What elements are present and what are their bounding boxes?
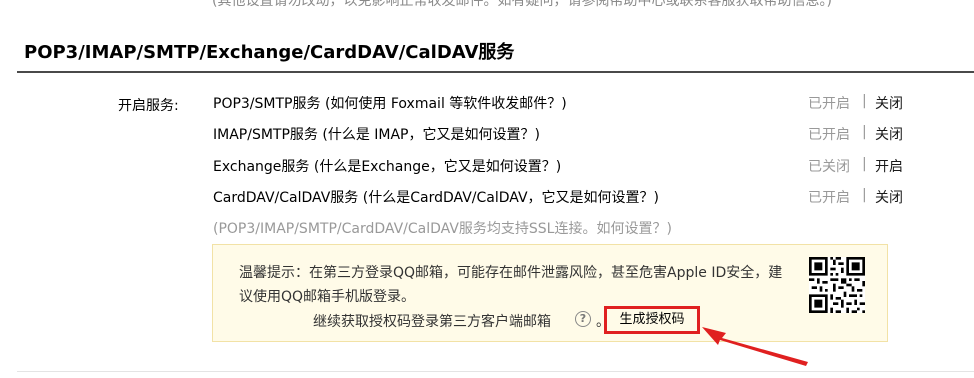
section-title: POP3/IMAP/SMTP/Exchange/CardDAV/CalDAV服务 xyxy=(24,42,515,63)
help-link-exchange[interactable]: (什么是Exchange，它又是如何设置？) xyxy=(314,159,561,175)
generate-auth-code-button[interactable]: 生成授权码 xyxy=(604,306,700,334)
separator: | xyxy=(862,156,867,172)
title-divider xyxy=(17,71,974,73)
continue-text: 继续获取授权码登录第三方客户端邮箱 xyxy=(313,314,551,330)
qr-code-icon xyxy=(809,257,865,313)
service-row-imap: IMAP/SMTP服务 (什么是 IMAP，它又是如何设置？) 已开启 | 关闭 xyxy=(213,124,913,144)
service-row-caldav: CardDAV/CalDAV服务 (什么是CardDAV/CalDAV，它又是如… xyxy=(213,187,913,207)
ssl-setup-link[interactable]: 如何设置？ xyxy=(596,221,666,237)
status-exchange: 已关闭 xyxy=(808,159,850,175)
toggle-pop3-button[interactable]: 关闭 xyxy=(875,93,903,113)
separator: | xyxy=(862,187,867,203)
warning-tip-box: 温馨提示：在第三方登录QQ邮箱，可能存在邮件泄露风险，甚至危害Apple ID安… xyxy=(212,244,888,342)
toggle-caldav-button[interactable]: 关闭 xyxy=(875,187,903,207)
status-pop3: 已开启 xyxy=(808,96,850,112)
separator: | xyxy=(862,93,867,109)
ssl-note: (POP3/IMAP/SMTP/CardDAV/CalDAV服务均支持SSL连接… xyxy=(213,221,672,237)
bottom-divider xyxy=(17,371,974,372)
status-caldav: 已开启 xyxy=(808,190,850,206)
toggle-exchange-button[interactable]: 开启 xyxy=(875,156,903,176)
service-name-exchange: Exchange服务 (什么是Exchange，它又是如何设置？) xyxy=(213,159,562,175)
service-name-pop3: POP3/SMTP服务 (如何使用 Foxmail 等软件收发邮件？) xyxy=(213,96,567,112)
status-imap: 已开启 xyxy=(808,127,850,143)
service-row-pop3: POP3/SMTP服务 (如何使用 Foxmail 等软件收发邮件？) 已开启 … xyxy=(213,93,913,113)
help-link-imap[interactable]: (什么是 IMAP，它又是如何设置？) xyxy=(322,127,540,143)
top-note: (其他设置请勿改动，以免影响正常收发邮件。如有疑问，请参阅帮助中心或联系客服获取… xyxy=(212,0,832,9)
toggle-imap-button[interactable]: 关闭 xyxy=(875,124,903,144)
service-name-caldav: CardDAV/CalDAV服务 (什么是CardDAV/CalDAV，它又是如… xyxy=(213,190,659,206)
tip-text: 温馨提示：在第三方登录QQ邮箱，可能存在邮件泄露风险，甚至危害Apple ID安… xyxy=(239,265,783,305)
service-name-imap: IMAP/SMTP服务 (什么是 IMAP，它又是如何设置？) xyxy=(213,127,540,143)
enable-services-label: 开启服务: xyxy=(118,98,179,114)
help-link-pop3[interactable]: (如何使用 Foxmail 等软件收发邮件？) xyxy=(325,96,567,112)
separator: | xyxy=(862,124,867,140)
help-circle-icon[interactable]: ? xyxy=(575,311,591,327)
service-row-exchange: Exchange服务 (什么是Exchange，它又是如何设置？) 已关闭 | … xyxy=(213,156,913,176)
help-link-caldav[interactable]: (什么是CardDAV/CalDAV，它又是如何设置？) xyxy=(363,190,659,206)
